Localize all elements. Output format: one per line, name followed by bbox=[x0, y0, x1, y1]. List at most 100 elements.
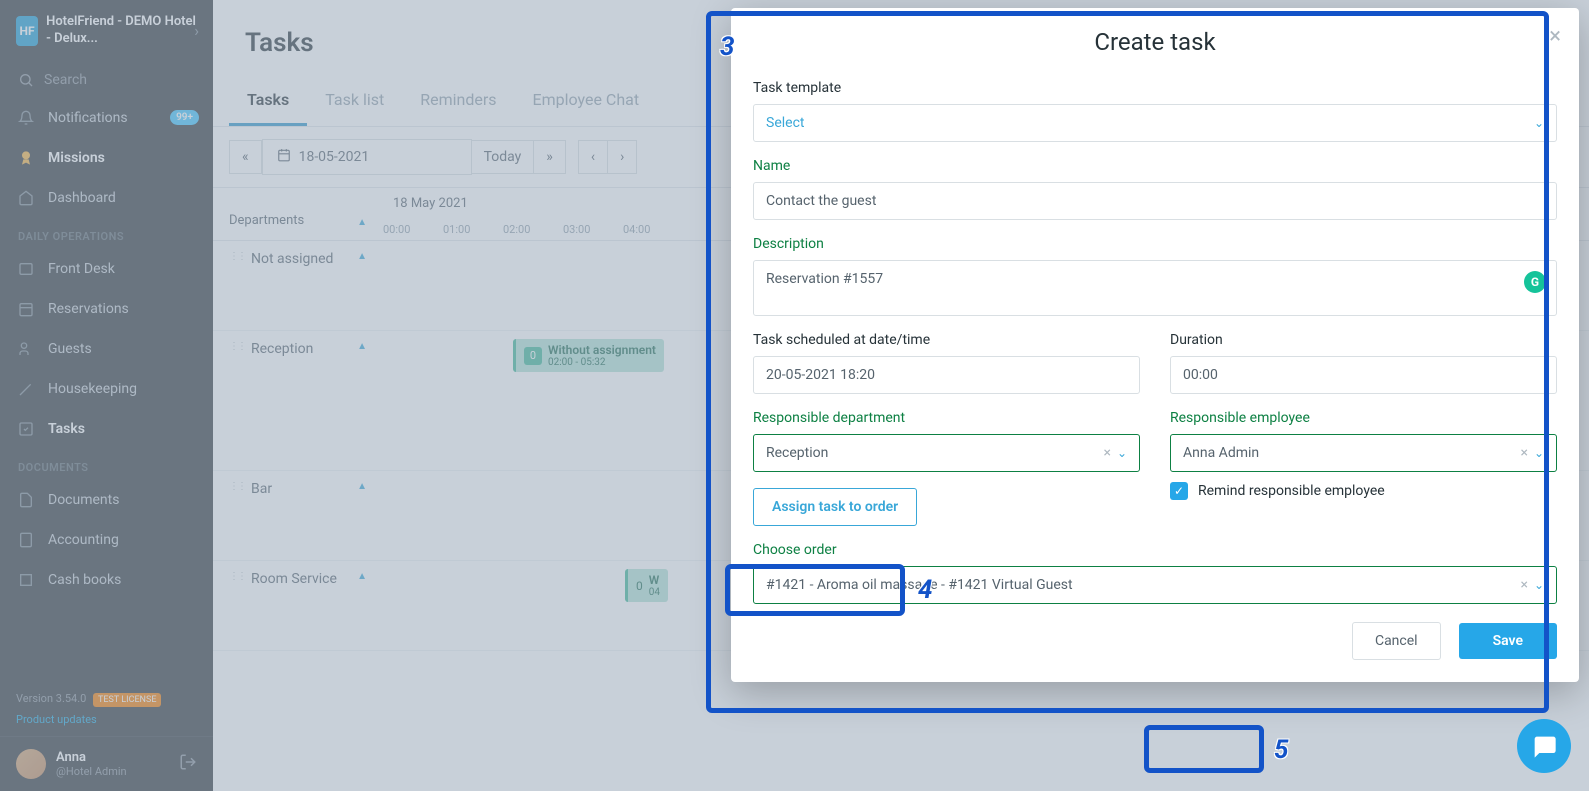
tab-tasklist[interactable]: Task list bbox=[307, 76, 402, 126]
remind-checkbox-row[interactable]: ✓ Remind responsible employee bbox=[1170, 482, 1557, 500]
chevron-down-icon: ⌄ bbox=[1534, 446, 1544, 460]
nav-front-desk[interactable]: Front Desk bbox=[0, 249, 213, 289]
checkbox-checked-icon[interactable]: ✓ bbox=[1170, 482, 1188, 500]
save-button[interactable]: Save bbox=[1459, 623, 1557, 659]
hour-label: 00:00 bbox=[383, 219, 443, 240]
calc-icon bbox=[18, 532, 36, 548]
template-placeholder: Select bbox=[766, 115, 804, 131]
hour-label: 03:00 bbox=[563, 219, 623, 240]
nav-missions[interactable]: Missions bbox=[0, 138, 213, 178]
search-placeholder: Search bbox=[44, 72, 87, 88]
close-icon[interactable]: × bbox=[1549, 24, 1561, 49]
bell-icon bbox=[18, 110, 36, 126]
nav-label: Documents bbox=[48, 492, 119, 508]
collapse-icon[interactable]: ▲ bbox=[357, 251, 367, 262]
drag-handle-icon[interactable]: ⋮⋮ bbox=[229, 481, 245, 492]
check-icon bbox=[18, 421, 36, 437]
section-daily: DAILY OPERATIONS bbox=[0, 218, 213, 249]
order-value: #1421 - Aroma oil massage - #1421 Virtua… bbox=[766, 577, 1073, 593]
grammarly-icon: G bbox=[1524, 271, 1546, 293]
nav-label: Guests bbox=[48, 341, 92, 357]
nav-documents[interactable]: Documents bbox=[0, 480, 213, 520]
duration-input[interactable] bbox=[1170, 356, 1557, 394]
name-input[interactable] bbox=[753, 182, 1557, 220]
nav-accounting[interactable]: Accounting bbox=[0, 520, 213, 560]
template-select[interactable]: Select ⌄ bbox=[753, 104, 1557, 142]
broom-icon bbox=[18, 381, 36, 397]
task-chip-time: 04 bbox=[649, 587, 660, 598]
collapse-icon[interactable]: ▲ bbox=[357, 571, 367, 582]
employee-select[interactable]: Anna Admin × ⌄ bbox=[1170, 434, 1557, 472]
choose-order-select[interactable]: #1421 - Aroma oil massage - #1421 Virtua… bbox=[753, 566, 1557, 604]
choose-order-label: Choose order bbox=[753, 542, 1557, 558]
nav-housekeeping[interactable]: Housekeeping bbox=[0, 369, 213, 409]
nav-notifications[interactable]: Notifications 99+ bbox=[0, 98, 213, 138]
chevron-down-icon: ⌄ bbox=[1117, 446, 1127, 460]
nav-label: Cash books bbox=[48, 572, 121, 588]
department-select[interactable]: Reception ×⌄ bbox=[753, 434, 1140, 472]
sidebar-header[interactable]: HF HotelFriend - DEMO Hotel - Delux... › bbox=[0, 0, 213, 62]
app-logo: HF bbox=[16, 16, 38, 46]
nav-guests[interactable]: Guests bbox=[0, 329, 213, 369]
sidebar: HF HotelFriend - DEMO Hotel - Delux... ›… bbox=[0, 0, 213, 791]
task-chip[interactable]: 0 W 04 bbox=[625, 569, 668, 602]
description-textarea[interactable]: Reservation #1557 G bbox=[753, 260, 1557, 316]
remind-label: Remind responsible employee bbox=[1198, 483, 1385, 499]
tab-reminders[interactable]: Reminders bbox=[402, 76, 514, 126]
calendar-icon bbox=[18, 301, 36, 317]
nav-label: Notifications bbox=[48, 110, 128, 126]
tab-employeechat[interactable]: Employee Chat bbox=[515, 76, 658, 126]
nav-next-button[interactable]: › bbox=[607, 140, 637, 174]
task-count: 0 bbox=[636, 579, 643, 593]
clear-icon[interactable]: × bbox=[1520, 445, 1527, 461]
nav-label: Accounting bbox=[48, 532, 119, 548]
cancel-button[interactable]: Cancel bbox=[1352, 622, 1441, 660]
employee-value: Anna Admin bbox=[1183, 445, 1259, 461]
nav-reservations[interactable]: Reservations bbox=[0, 289, 213, 329]
nav-label: Housekeeping bbox=[48, 381, 137, 397]
scheduled-input[interactable] bbox=[753, 356, 1140, 394]
user-menu[interactable]: Anna @Hotel Admin bbox=[0, 736, 213, 791]
nav-dashboard[interactable]: Dashboard bbox=[0, 178, 213, 218]
award-icon bbox=[18, 150, 36, 166]
scheduled-label: Task scheduled at date/time bbox=[753, 332, 1140, 348]
nav-cashbooks[interactable]: Cash books bbox=[0, 560, 213, 600]
nav-label: Front Desk bbox=[48, 261, 115, 277]
user-role: @Hotel Admin bbox=[56, 765, 179, 778]
license-badge: TEST LICENSE bbox=[93, 693, 161, 707]
prev-button[interactable]: « bbox=[229, 140, 262, 174]
clear-icon[interactable]: × bbox=[1520, 577, 1527, 593]
task-chip-time: 02:00 - 05:32 bbox=[548, 357, 656, 368]
section-documents: DOCUMENTS bbox=[0, 449, 213, 480]
calendar-icon bbox=[277, 148, 291, 166]
clear-icon[interactable]: × bbox=[1103, 445, 1110, 461]
desk-icon bbox=[18, 261, 36, 277]
nav-label: Tasks bbox=[48, 421, 85, 437]
description-label: Description bbox=[753, 236, 1557, 252]
search-input[interactable]: Search bbox=[0, 62, 213, 98]
nav-tasks[interactable]: Tasks bbox=[0, 409, 213, 449]
next-button[interactable]: » bbox=[533, 140, 566, 174]
template-label: Task template bbox=[753, 80, 1557, 96]
book-icon bbox=[18, 572, 36, 588]
collapse-icon[interactable]: ▲ bbox=[357, 481, 367, 492]
task-chip[interactable]: 0 Without assignment 02:00 - 05:32 bbox=[513, 339, 664, 372]
sort-icon[interactable]: ▲ bbox=[357, 217, 367, 228]
search-icon bbox=[18, 72, 34, 88]
intercom-launcher[interactable] bbox=[1517, 719, 1571, 773]
today-button[interactable]: Today bbox=[471, 140, 535, 174]
hour-label: 02:00 bbox=[503, 219, 563, 240]
drag-handle-icon[interactable]: ⋮⋮ bbox=[229, 251, 245, 262]
assign-task-to-order-button[interactable]: Assign task to order bbox=[753, 488, 917, 526]
collapse-icon[interactable]: ▲ bbox=[357, 341, 367, 352]
hotel-name: HotelFriend - DEMO Hotel - Delux... bbox=[46, 14, 197, 48]
nav-prev-button[interactable]: ‹ bbox=[578, 140, 608, 174]
drag-handle-icon[interactable]: ⋮⋮ bbox=[229, 571, 245, 582]
date-picker[interactable]: 18-05-2021 bbox=[262, 139, 472, 175]
nav-label: Missions bbox=[48, 150, 105, 166]
logout-icon[interactable] bbox=[179, 753, 197, 775]
product-updates-link[interactable]: Product updates bbox=[0, 713, 213, 736]
tab-tasks[interactable]: Tasks bbox=[229, 76, 307, 126]
avatar bbox=[16, 749, 46, 779]
drag-handle-icon[interactable]: ⋮⋮ bbox=[229, 341, 245, 352]
